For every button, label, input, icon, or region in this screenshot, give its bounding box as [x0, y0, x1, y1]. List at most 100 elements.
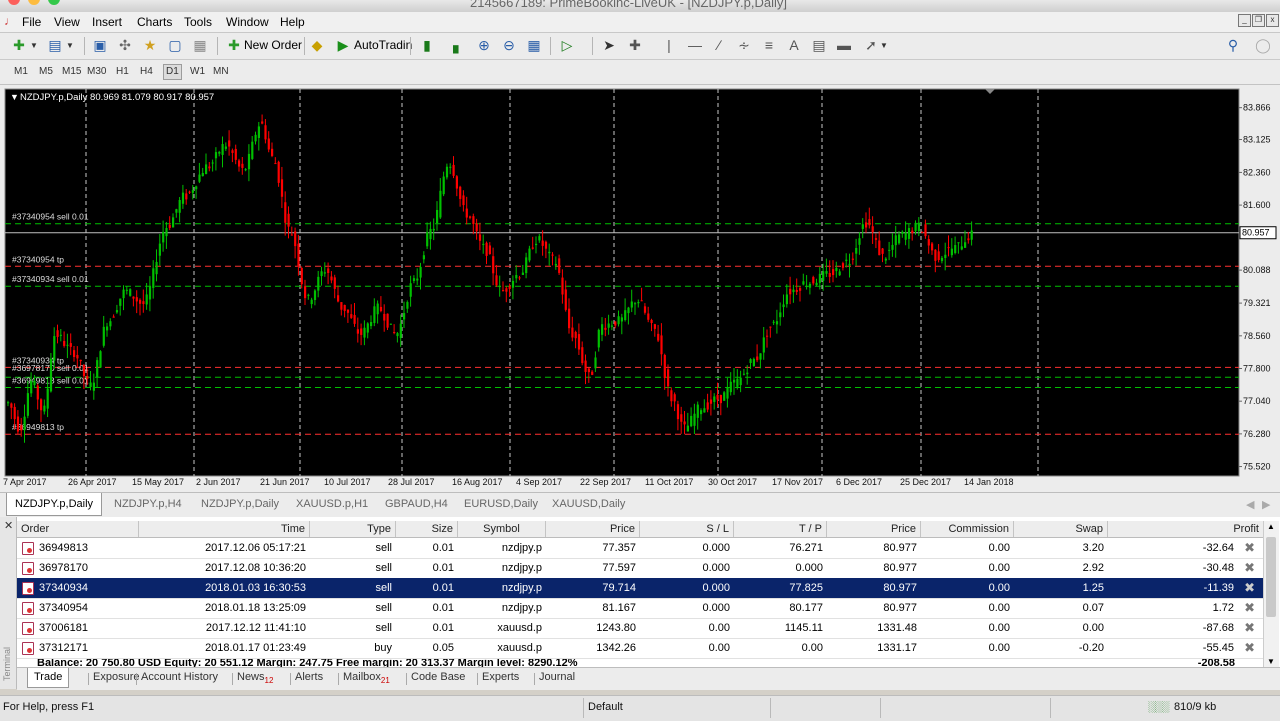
table-row[interactable]: 37006181 2017.12.12 11:41:10 sell 0.01 xauus… — [17, 618, 1263, 639]
child-minimize-icon[interactable]: _ — [1238, 14, 1251, 27]
timeframe-m30[interactable]: M30 — [87, 66, 106, 77]
chart-canvas[interactable]: #37340954 sell 0.01 #37340954 tp #37340934… — [0, 85, 1280, 492]
chevron-down-icon[interactable]: ▼ — [30, 37, 38, 54]
col-commission[interactable]: Commission — [921, 521, 1014, 537]
col-symbol[interactable]: Symbol — [458, 521, 546, 537]
text-icon[interactable]: A — [785, 37, 803, 54]
zoom-window-icon[interactable] — [48, 0, 60, 5]
bar-chart-icon[interactable]: ▮ — [418, 37, 436, 54]
candlestick-icon[interactable]: ▗ — [444, 37, 462, 54]
table-row[interactable]: 37340954 2018.01.18 13:25:09 sell 0.01 nzdjp… — [17, 598, 1263, 619]
timeframe-d1[interactable]: D1 — [163, 64, 182, 80]
zoom-in-icon[interactable]: ⊕ — [475, 37, 493, 54]
terminal-tab-experts[interactable]: Experts — [482, 671, 519, 683]
autotrading-icon[interactable]: ▶ — [334, 37, 352, 54]
terminal-tab-alerts[interactable]: Alerts — [295, 671, 323, 683]
timeframe-h1[interactable]: H1 — [116, 66, 129, 77]
autotrading-button[interactable]: AutoTradin — [354, 38, 412, 52]
close-order-icon[interactable]: ✖ — [1244, 640, 1255, 656]
chat-icon[interactable]: ◯ — [1254, 37, 1272, 54]
menu-insert[interactable]: Insert — [92, 15, 122, 29]
terminal-tab-mailbox[interactable]: Mailbox21 — [343, 671, 390, 685]
tester-icon[interactable]: ▦ — [191, 37, 209, 54]
new-chart-icon[interactable]: ✚ — [10, 37, 28, 54]
terminal-tab-trade[interactable]: Trade — [27, 668, 70, 688]
navigator-icon[interactable]: ✣ — [116, 37, 134, 54]
timeframe-mn[interactable]: MN — [213, 66, 229, 77]
terminal-tab-journal[interactable]: Journal — [539, 671, 575, 683]
col-swap[interactable]: Swap — [1014, 521, 1108, 537]
table-row[interactable]: 36949813 2017.12.06 05:17:21 sell 0.01 nzdjp… — [17, 538, 1263, 559]
label-icon[interactable]: ▤ — [810, 37, 828, 54]
table-row[interactable]: 37340934 2018.01.03 16:30:53 sell 0.01 nzdjp… — [17, 578, 1263, 599]
shapes-icon[interactable]: ▬ — [835, 37, 853, 54]
timeframe-m1[interactable]: M1 — [14, 66, 28, 77]
minimize-window-icon[interactable] — [28, 0, 40, 5]
tile-windows-icon[interactable]: ▦ — [525, 37, 543, 54]
metaeditor-icon[interactable]: ◆ — [308, 37, 326, 54]
crosshair-icon[interactable]: ✚ — [626, 37, 644, 54]
chart-tab-xauusd-daily[interactable]: XAUUSD,Daily — [552, 498, 625, 510]
close-order-icon[interactable]: ✖ — [1244, 540, 1255, 556]
col-current-price[interactable]: Price — [827, 521, 921, 537]
arrows-icon[interactable]: ➚ — [862, 37, 880, 54]
close-icon[interactable]: ✕ — [4, 519, 13, 532]
terminal-tab-account-history[interactable]: Account History — [141, 671, 218, 683]
new-order-button[interactable]: New Order — [244, 38, 302, 52]
table-scrollbar[interactable]: ▲ ▼ — [1263, 521, 1279, 667]
terminal-tab-exposure[interactable]: Exposure — [93, 671, 139, 683]
close-order-icon[interactable]: ✖ — [1244, 580, 1255, 596]
folder-icon[interactable]: ★ — [141, 37, 159, 54]
menu-charts[interactable]: Charts — [137, 15, 172, 29]
timeframe-m15[interactable]: M15 — [62, 66, 81, 77]
fibonacci-icon[interactable]: ≡ — [760, 37, 778, 54]
chart-tab-nzdjpy-h4[interactable]: NZDJPY.p,H4 — [114, 498, 182, 510]
col-size[interactable]: Size — [396, 521, 458, 537]
table-row[interactable]: 36978170 2017.12.08 10:36:20 sell 0.01 nzdjp… — [17, 558, 1263, 579]
terminal-tab-news[interactable]: News12 — [237, 671, 273, 685]
menu-file[interactable]: File — [22, 15, 41, 29]
channel-icon[interactable]: ∻ — [735, 37, 753, 54]
col-time[interactable]: Time — [139, 521, 310, 537]
col-sl[interactable]: S / L — [640, 521, 734, 537]
child-close-icon[interactable]: x — [1266, 14, 1279, 27]
timeframe-h4[interactable]: H4 — [140, 66, 153, 77]
zoom-out-icon[interactable]: ⊖ — [500, 37, 518, 54]
chart-tab-nzdjpy-daily-2[interactable]: NZDJPY.p,Daily — [201, 498, 279, 510]
tab-scroll-left-icon[interactable]: ◀ — [1246, 498, 1254, 511]
terminal-tab-code-base[interactable]: Code Base — [411, 671, 465, 683]
horizontal-line-icon[interactable]: — — [686, 37, 704, 54]
col-order[interactable]: Order — [17, 521, 139, 537]
close-order-icon[interactable]: ✖ — [1244, 560, 1255, 576]
chart-tab-eurusd-daily[interactable]: EURUSD,Daily — [464, 498, 538, 510]
chart-tab-nzdjpy-daily[interactable]: NZDJPY.p,Daily — [6, 493, 103, 516]
col-type[interactable]: Type — [310, 521, 396, 537]
scroll-down-icon[interactable]: ▼ — [1267, 657, 1275, 666]
chart-tab-xauusd-h1[interactable]: XAUUSD.p,H1 — [296, 498, 368, 510]
timeframe-m5[interactable]: M5 — [39, 66, 53, 77]
cursor-icon[interactable]: ➤ — [600, 37, 618, 54]
timeframe-w1[interactable]: W1 — [190, 66, 205, 77]
table-row[interactable]: 37312171 2018.01.17 01:23:49 buy 0.05 xauusd… — [17, 638, 1263, 659]
scroll-up-icon[interactable]: ▲ — [1267, 522, 1275, 531]
profiles-icon[interactable]: ▤ — [46, 37, 64, 54]
col-tp[interactable]: T / P — [734, 521, 827, 537]
col-profit[interactable]: Profit — [1108, 521, 1263, 537]
chart-tab-gbpaud-h4[interactable]: GBPAUD,H4 — [385, 498, 448, 510]
trendline-icon[interactable]: ∕ — [710, 37, 728, 54]
chevron-down-icon[interactable]: ▼ — [880, 37, 888, 54]
terminal-icon[interactable]: ▢ — [166, 37, 184, 54]
scrollbar-thumb[interactable] — [1266, 537, 1276, 617]
close-order-icon[interactable]: ✖ — [1244, 600, 1255, 616]
close-order-icon[interactable]: ✖ — [1244, 620, 1255, 636]
tab-scroll-right-icon[interactable]: ▶ — [1262, 498, 1270, 511]
market-watch-icon[interactable]: ▣ — [91, 37, 109, 54]
chevron-down-icon[interactable]: ▼ — [66, 37, 74, 54]
child-restore-icon[interactable]: ❐ — [1252, 14, 1265, 27]
close-window-icon[interactable] — [8, 0, 20, 5]
menu-tools[interactable]: Tools — [184, 15, 212, 29]
menu-view[interactable]: View — [54, 15, 80, 29]
vertical-line-icon[interactable]: | — [660, 37, 678, 54]
auto-scroll-icon[interactable]: ▷ — [558, 37, 576, 54]
price-chart[interactable]: #37340954 sell 0.01 #37340954 tp #37340934… — [0, 85, 1280, 492]
